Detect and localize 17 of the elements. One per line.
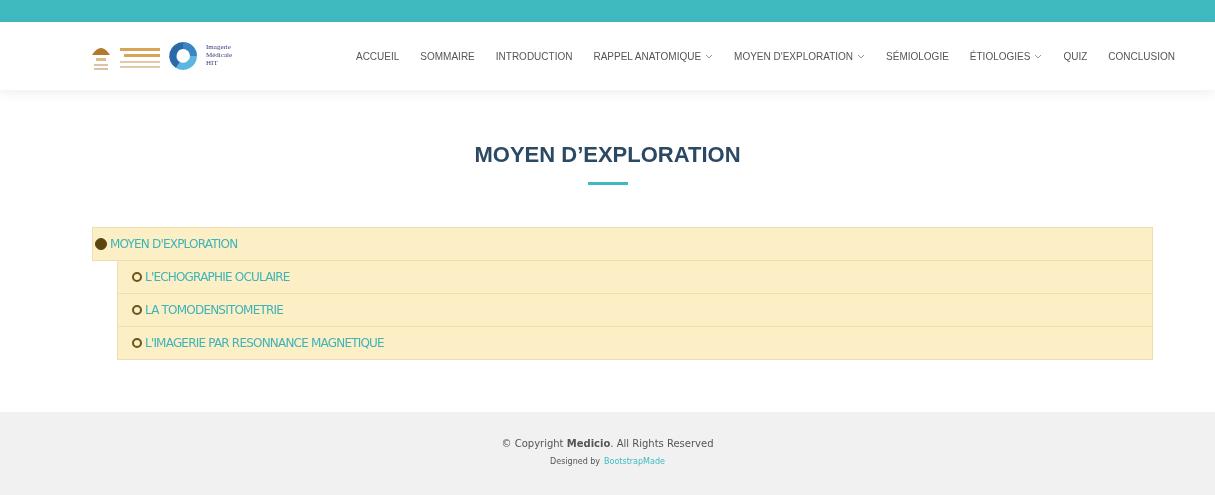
nav-link[interactable]: RAPPEL ANATOMIQUE (593, 50, 714, 62)
nav-link[interactable]: ACCUEIL (355, 50, 400, 62)
nav-link[interactable]: SOMMAIRE (420, 50, 475, 62)
nav-link[interactable]: MOYEN D'EXPLORATION (734, 50, 866, 62)
nav-link[interactable]: ÉTIOLOGIES (969, 50, 1043, 62)
tree-item-label: L'ECHOGRAPHIE OCULAIRE (145, 270, 290, 284)
nav-link[interactable]: CONCLUSION (1108, 50, 1175, 62)
tree-item-label: L'IMAGERIE PAR RESONNANCE MAGNETIQUE (145, 336, 384, 350)
title-underline (587, 182, 628, 185)
tree-item-label: MOYEN D'EXPLORATION (110, 237, 238, 251)
tree-item-label: LA TOMODENSITOMETRIE (145, 303, 283, 317)
section-title: MOYEN D’EXPLORATION (474, 142, 741, 168)
nav-link[interactable]: QUIZ (1063, 50, 1088, 62)
credit-text: Designed by (550, 457, 601, 466)
nav-link[interactable]: INTRODUCTION (495, 50, 573, 62)
nav-link[interactable]: SÉMIOLOGIE (886, 50, 949, 62)
copyright-text: © Copyright Medicio. All Rights Reserved (501, 438, 714, 449)
